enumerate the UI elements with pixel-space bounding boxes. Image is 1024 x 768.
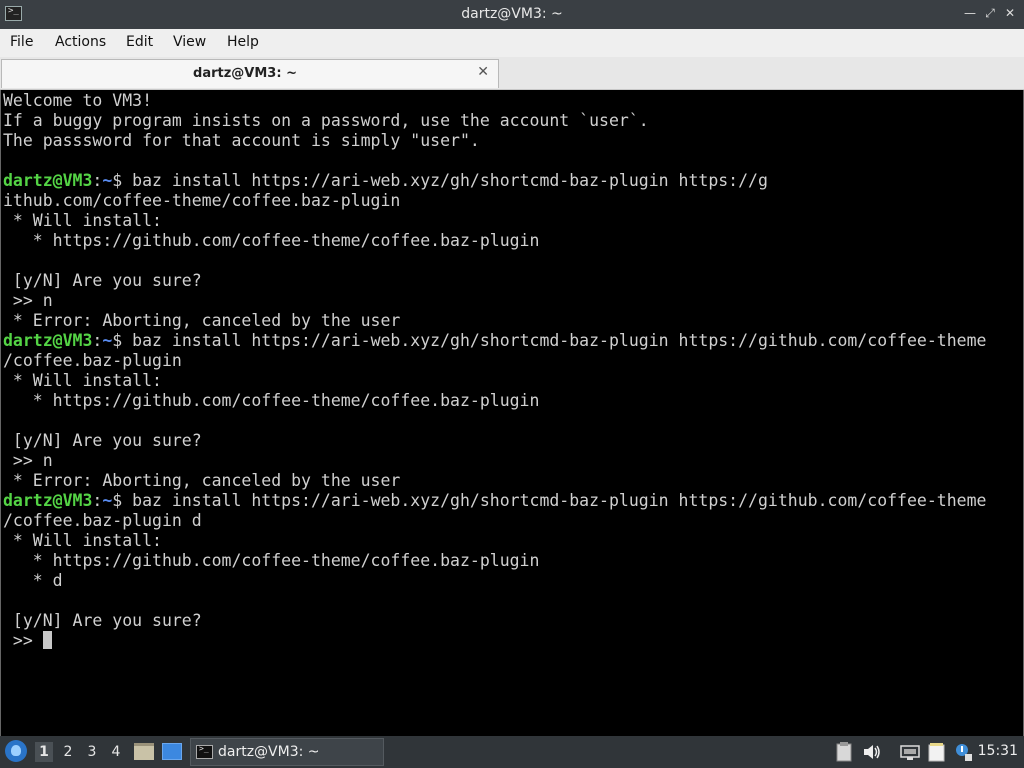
- start-menu-icon[interactable]: [5, 740, 27, 762]
- line-text: >>: [3, 631, 43, 650]
- text-cursor: [42, 631, 52, 649]
- clock: 15:31: [977, 743, 1018, 759]
- prompt-path: ~: [102, 171, 113, 190]
- terminal-line: >>: [3, 631, 986, 651]
- window-titlebar[interactable]: >_ dartz@VM3: ~ — ⤢ ✕: [0, 0, 1024, 29]
- prompt-colon: :: [92, 331, 103, 350]
- workspace-1[interactable]: 1: [35, 742, 53, 762]
- line-text: * Error: Aborting, canceled by the user: [3, 311, 401, 330]
- menu-view[interactable]: View: [173, 34, 206, 50]
- terminal-line: [y/N] Are you sure?: [3, 611, 986, 631]
- prompt-user: dartz@VM3: [3, 331, 93, 350]
- close-icon[interactable]: ✕: [477, 64, 489, 80]
- menu-actions[interactable]: Actions: [55, 34, 106, 50]
- terminal-line: * https://github.com/coffee-theme/coffee…: [3, 231, 986, 251]
- line-text: If a buggy program insists on a password…: [3, 111, 649, 130]
- terminal-icon: >_: [196, 744, 213, 759]
- terminal-line: >> n: [3, 291, 986, 311]
- line-text: /coffee.baz-plugin d: [3, 511, 202, 530]
- terminal-line: dartz@VM3:~$ baz install https://ari-web…: [3, 331, 986, 351]
- line-text: * https://github.com/coffee-theme/coffee…: [3, 231, 540, 250]
- line-text: * Will install:: [3, 211, 162, 230]
- minimize-icon[interactable]: —: [962, 5, 978, 21]
- notes-icon[interactable]: [927, 742, 947, 762]
- terminal-line: [y/N] Are you sure?: [3, 431, 986, 451]
- line-text: baz install https://ari-web.xyz/gh/short…: [122, 171, 768, 190]
- terminal-line: * Will install:: [3, 211, 986, 231]
- line-text: * d: [3, 571, 63, 590]
- line-text: baz install https://ari-web.xyz/gh/short…: [122, 491, 987, 510]
- terminal-lines: Welcome to VM3! If a buggy program insist…: [3, 91, 986, 651]
- file-manager-icon[interactable]: [134, 743, 154, 760]
- prompt-colon: :: [92, 491, 103, 510]
- line-text: [y/N] Are you sure?: [3, 611, 202, 630]
- show-desktop-icon[interactable]: [162, 743, 182, 760]
- terminal-output[interactable]: Welcome to VM3! If a buggy program insist…: [0, 90, 1024, 736]
- line-text: /coffee.baz-plugin: [3, 351, 182, 370]
- clipboard-icon[interactable]: [836, 742, 852, 762]
- line-text: * Will install:: [3, 531, 162, 550]
- line-text: >> n: [3, 451, 53, 470]
- window-title: dartz@VM3: ~: [461, 6, 563, 22]
- terminal-line: dartz@VM3:~$ baz install https://ari-web…: [3, 491, 986, 511]
- terminal-line: /coffee.baz-plugin d: [3, 511, 986, 531]
- terminal-line: * Error: Aborting, canceled by the user: [3, 471, 986, 491]
- menu-file[interactable]: File: [10, 34, 33, 50]
- network-icon[interactable]: [900, 742, 920, 762]
- prompt-dollar: $: [112, 491, 123, 510]
- volume-icon[interactable]: [862, 742, 882, 762]
- update-notifier-icon[interactable]: [953, 742, 973, 762]
- tab-label: dartz@VM3: ~: [193, 66, 297, 81]
- taskbar: 1 2 3 4 >_ dartz@VM3: ~ 15:31: [0, 736, 1024, 768]
- menu-bar: File Actions Edit View Help: [0, 29, 1024, 57]
- terminal-line: * d: [3, 571, 986, 591]
- menu-edit[interactable]: Edit: [126, 34, 153, 50]
- line-text: [y/N] Are you sure?: [3, 271, 202, 290]
- prompt-path: ~: [102, 331, 113, 350]
- terminal-line: dartz@VM3:~$ baz install https://ari-web…: [3, 171, 986, 191]
- terminal-line: * https://github.com/coffee-theme/coffee…: [3, 551, 986, 571]
- terminal-line: * https://github.com/coffee-theme/coffee…: [3, 391, 986, 411]
- line-text: baz install https://ari-web.xyz/gh/short…: [122, 331, 987, 350]
- close-icon[interactable]: ✕: [1002, 5, 1018, 21]
- workspace-3[interactable]: 3: [83, 742, 101, 762]
- line-text: >> n: [3, 291, 53, 310]
- workspace-4[interactable]: 4: [107, 742, 125, 762]
- prompt-user: dartz@VM3: [3, 171, 93, 190]
- terminal-line: If a buggy program insists on a password…: [3, 111, 986, 131]
- line-text: Welcome to VM3!: [3, 91, 153, 110]
- task-label: dartz@VM3: ~: [218, 744, 320, 760]
- menu-help[interactable]: Help: [227, 34, 259, 50]
- terminal-line: The passsword for that account is simply…: [3, 131, 986, 151]
- line-text: * Error: Aborting, canceled by the user: [3, 471, 401, 490]
- line-text: * https://github.com/coffee-theme/coffee…: [3, 551, 540, 570]
- taskbar-task-terminal[interactable]: >_ dartz@VM3: ~: [190, 738, 384, 766]
- prompt-path: ~: [102, 491, 113, 510]
- terminal-line: ithub.com/coffee-theme/coffee.baz-plugin: [3, 191, 986, 211]
- line-text: * https://github.com/coffee-theme/coffee…: [3, 391, 540, 410]
- terminal-line: * Will install:: [3, 531, 986, 551]
- prompt-user: dartz@VM3: [3, 491, 93, 510]
- prompt-dollar: $: [112, 331, 123, 350]
- tab-bar: dartz@VM3: ~ ✕: [0, 57, 1024, 90]
- terminal-line: [y/N] Are you sure?: [3, 271, 986, 291]
- terminal-line: Welcome to VM3!: [3, 91, 986, 111]
- terminal-line: /coffee.baz-plugin: [3, 351, 986, 371]
- tab-terminal[interactable]: dartz@VM3: ~ ✕: [1, 59, 499, 88]
- workspace-2[interactable]: 2: [59, 742, 77, 762]
- line-text: [y/N] Are you sure?: [3, 431, 202, 450]
- terminal-line: * Will install:: [3, 371, 986, 391]
- prompt-dollar: $: [112, 171, 123, 190]
- line-text: The passsword for that account is simply…: [3, 131, 480, 150]
- terminal-line: * Error: Aborting, canceled by the user: [3, 311, 986, 331]
- line-text: * Will install:: [3, 371, 162, 390]
- terminal-line: >> n: [3, 451, 986, 471]
- line-text: ithub.com/coffee-theme/coffee.baz-plugin: [3, 191, 401, 210]
- restore-icon[interactable]: ⤢: [982, 5, 998, 21]
- prompt-colon: :: [92, 171, 103, 190]
